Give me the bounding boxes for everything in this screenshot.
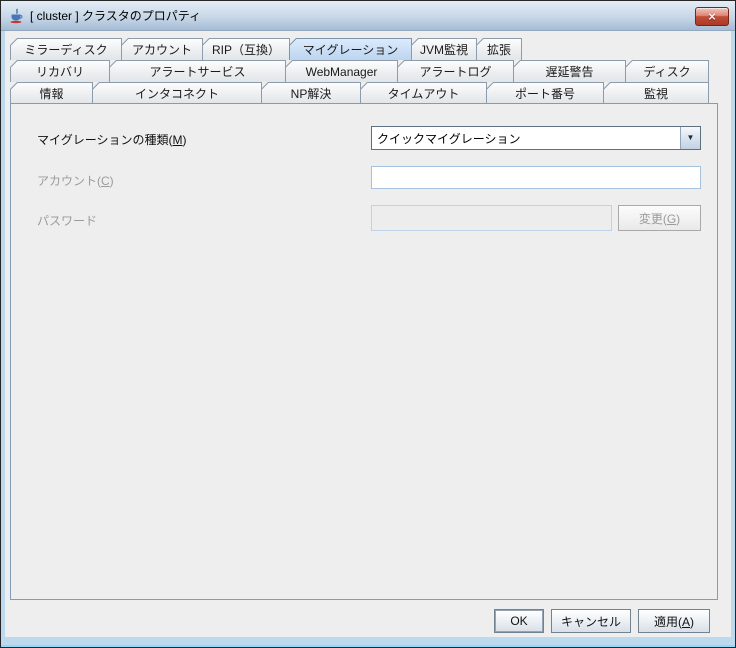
migration-type-combobox[interactable]: クイックマイグレーション ▼ bbox=[371, 126, 701, 150]
ok-button[interactable]: OK bbox=[494, 609, 544, 633]
tab-alert-log[interactable]: アラートログ bbox=[397, 60, 514, 82]
window-title: [ cluster ] クラスタのプロパティ bbox=[30, 7, 201, 24]
tab-np-resolution[interactable]: NP解決 bbox=[261, 82, 361, 104]
tab-webmanager[interactable]: WebManager bbox=[285, 60, 398, 82]
close-icon: × bbox=[708, 9, 716, 24]
tab-rip-compat[interactable]: RIP（互換） bbox=[202, 38, 290, 60]
title-bar[interactable]: [ cluster ] クラスタのプロパティ × bbox=[1, 1, 735, 31]
password-field bbox=[371, 205, 612, 231]
chevron-down-icon: ▼ bbox=[687, 134, 695, 142]
apply-button[interactable]: 適用(A) bbox=[638, 609, 710, 633]
tab-monitor[interactable]: 監視 bbox=[603, 82, 709, 104]
account-label: アカウント(C) bbox=[37, 172, 114, 189]
tab-interconnect[interactable]: インタコネクト bbox=[92, 82, 262, 104]
tab-extension[interactable]: 拡張 bbox=[476, 38, 522, 60]
java-icon bbox=[8, 8, 24, 24]
change-password-button: 変更(G) bbox=[618, 205, 701, 231]
migration-tab-panel: マイグレーションの種類(M) クイックマイグレーション ▼ アカウント(C) パ… bbox=[10, 103, 718, 600]
tab-info[interactable]: 情報 bbox=[10, 82, 93, 104]
tab-row-3: 情報 インタコネクト NP解決 タイムアウト ポート番号 監視 bbox=[10, 82, 709, 104]
tab-row-2: リカバリ アラートサービス WebManager アラートログ 遅延警告 ディス… bbox=[10, 60, 709, 82]
dialog-content: ミラーディスク アカウント RIP（互換） マイグレーション JVM監視 拡張 … bbox=[5, 31, 731, 637]
tab-port-number[interactable]: ポート番号 bbox=[486, 82, 604, 104]
tab-jvm-monitor[interactable]: JVM監視 bbox=[411, 38, 477, 60]
tab-alert-service[interactable]: アラートサービス bbox=[109, 60, 286, 82]
window-frame-bottom bbox=[1, 645, 735, 647]
combobox-value: クイックマイグレーション bbox=[372, 127, 680, 149]
tab-migration[interactable]: マイグレーション bbox=[289, 38, 412, 60]
migration-type-label: マイグレーションの種類(M) bbox=[37, 131, 187, 148]
tab-timeout[interactable]: タイムアウト bbox=[360, 82, 487, 104]
tab-delay-warning[interactable]: 遅延警告 bbox=[513, 60, 626, 82]
tab-row-1: ミラーディスク アカウント RIP（互換） マイグレーション JVM監視 拡張 bbox=[10, 38, 522, 60]
cancel-button[interactable]: キャンセル bbox=[551, 609, 631, 633]
combobox-arrow-button[interactable]: ▼ bbox=[680, 127, 700, 149]
tab-account[interactable]: アカウント bbox=[121, 38, 203, 60]
password-label: パスワード bbox=[37, 212, 97, 229]
account-field[interactable] bbox=[371, 166, 701, 189]
close-button[interactable]: × bbox=[695, 7, 729, 26]
tab-disk[interactable]: ディスク bbox=[625, 60, 709, 82]
cluster-properties-dialog: [ cluster ] クラスタのプロパティ × ミラーディスク アカウント R… bbox=[0, 0, 736, 648]
tab-recovery[interactable]: リカバリ bbox=[10, 60, 110, 82]
tab-mirror-disk[interactable]: ミラーディスク bbox=[10, 38, 122, 60]
